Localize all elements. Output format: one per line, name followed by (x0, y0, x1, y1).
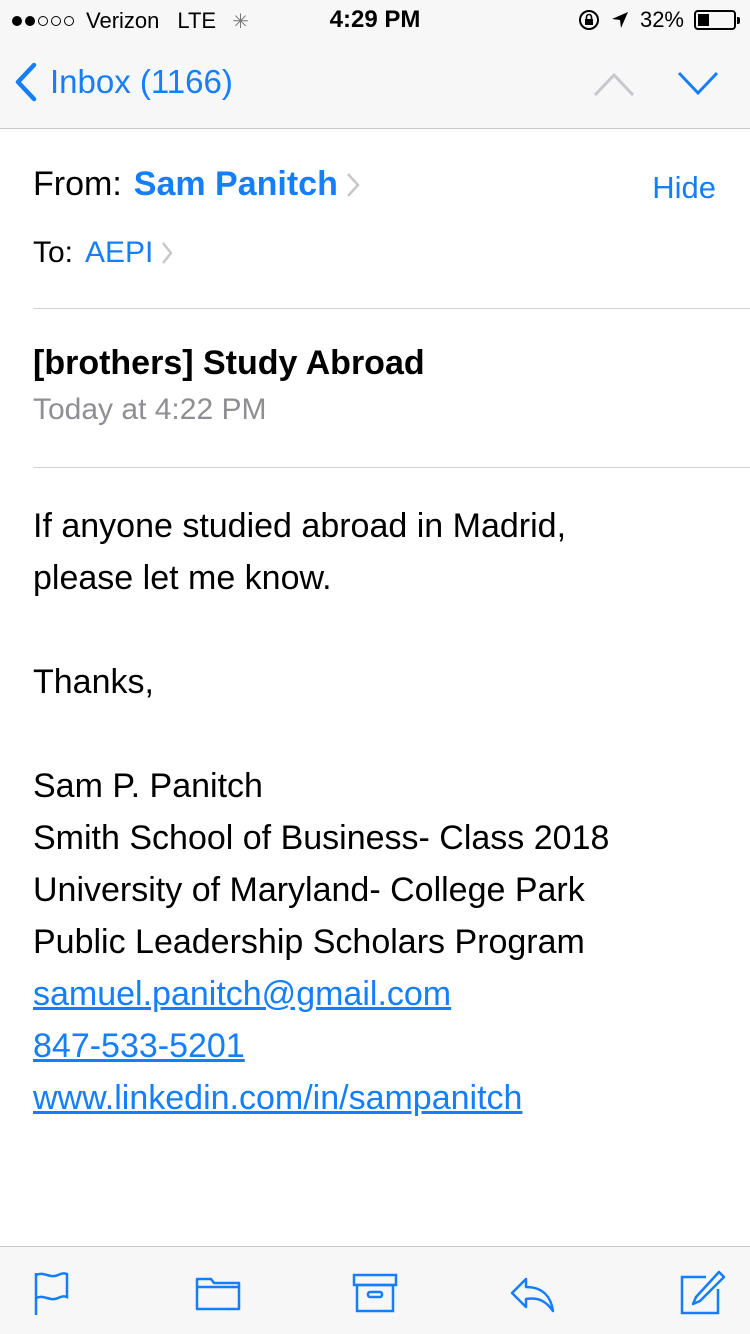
to-row: To: AEPI (33, 236, 174, 270)
signature-university: University of Maryland- College Park (33, 871, 585, 909)
recipient-name-link[interactable]: AEPI (85, 236, 153, 270)
location-arrow-icon (611, 12, 628, 28)
chevron-up-icon[interactable] (592, 62, 636, 106)
email-subject: [brothers] Study Abroad (33, 344, 425, 382)
battery-level (698, 14, 709, 26)
folder-icon[interactable] (194, 1269, 242, 1317)
archive-icon[interactable] (351, 1269, 399, 1317)
email-body: If anyone studied abroad in Madrid, plea… (33, 500, 723, 1124)
chevron-left-icon (15, 62, 37, 102)
subject-divider (33, 467, 750, 468)
email-date: Today at 4:22 PM (33, 393, 267, 426)
body-line: please let me know. (33, 559, 332, 597)
navigation-bar: Inbox (1166) (0, 40, 750, 129)
mail-screen: Verizon LTE ✳ 4:29 PM 32% Inbox (1166) F… (0, 0, 750, 1334)
status-bar: Verizon LTE ✳ 4:29 PM 32% (0, 0, 750, 40)
hide-details-button[interactable]: Hide (652, 170, 716, 206)
body-line: If anyone studied abroad in Madrid, (33, 507, 567, 545)
signature-school: Smith School of Business- Class 2018 (33, 819, 610, 857)
signature-program: Public Leadership Scholars Program (33, 923, 585, 961)
from-label: From: (33, 165, 122, 203)
battery-icon (694, 10, 740, 30)
compose-icon[interactable] (678, 1269, 726, 1317)
rotation-lock-icon (578, 10, 599, 30)
header-divider (33, 308, 750, 309)
chevron-down-icon[interactable] (676, 62, 720, 106)
signature-name: Sam P. Panitch (33, 767, 263, 805)
chevron-right-icon (346, 172, 360, 197)
reply-icon[interactable] (508, 1269, 556, 1317)
battery-percent: 32% (639, 7, 684, 32)
from-row: From: Sam Panitch (33, 165, 360, 204)
linkedin-link[interactable]: www.linkedin.com/in/sampanitch (33, 1072, 723, 1124)
sender-name-link[interactable]: Sam Panitch (134, 165, 338, 204)
bottom-toolbar (0, 1246, 750, 1334)
phone-link[interactable]: 847-533-5201 (33, 1020, 723, 1072)
chevron-right-icon (162, 242, 174, 264)
back-label: Inbox (1166) (50, 63, 233, 100)
body-thanks: Thanks, (33, 663, 154, 701)
flag-icon[interactable] (30, 1269, 78, 1317)
to-label: To: (33, 236, 74, 269)
email-link[interactable]: samuel.panitch@gmail.com (33, 968, 723, 1020)
back-to-inbox-button[interactable]: Inbox (1166) (14, 62, 233, 102)
